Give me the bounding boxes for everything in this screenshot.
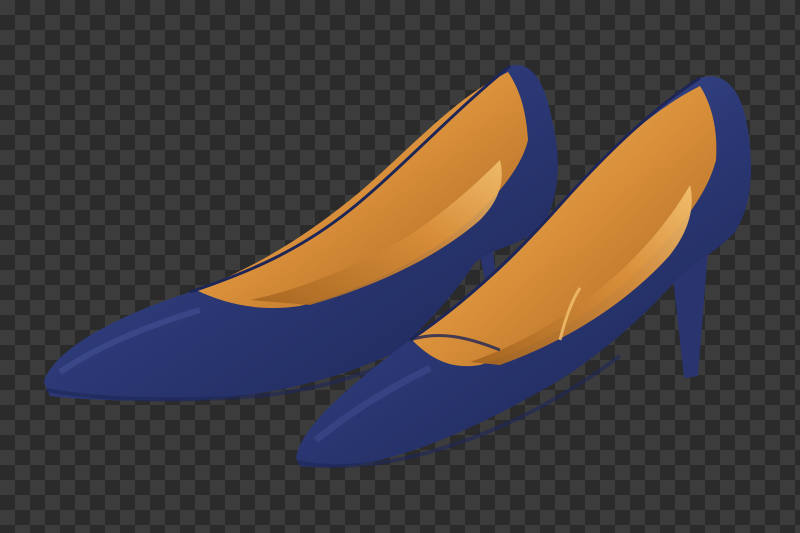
shoes-photo <box>0 0 800 533</box>
photo-scene <box>0 0 800 533</box>
